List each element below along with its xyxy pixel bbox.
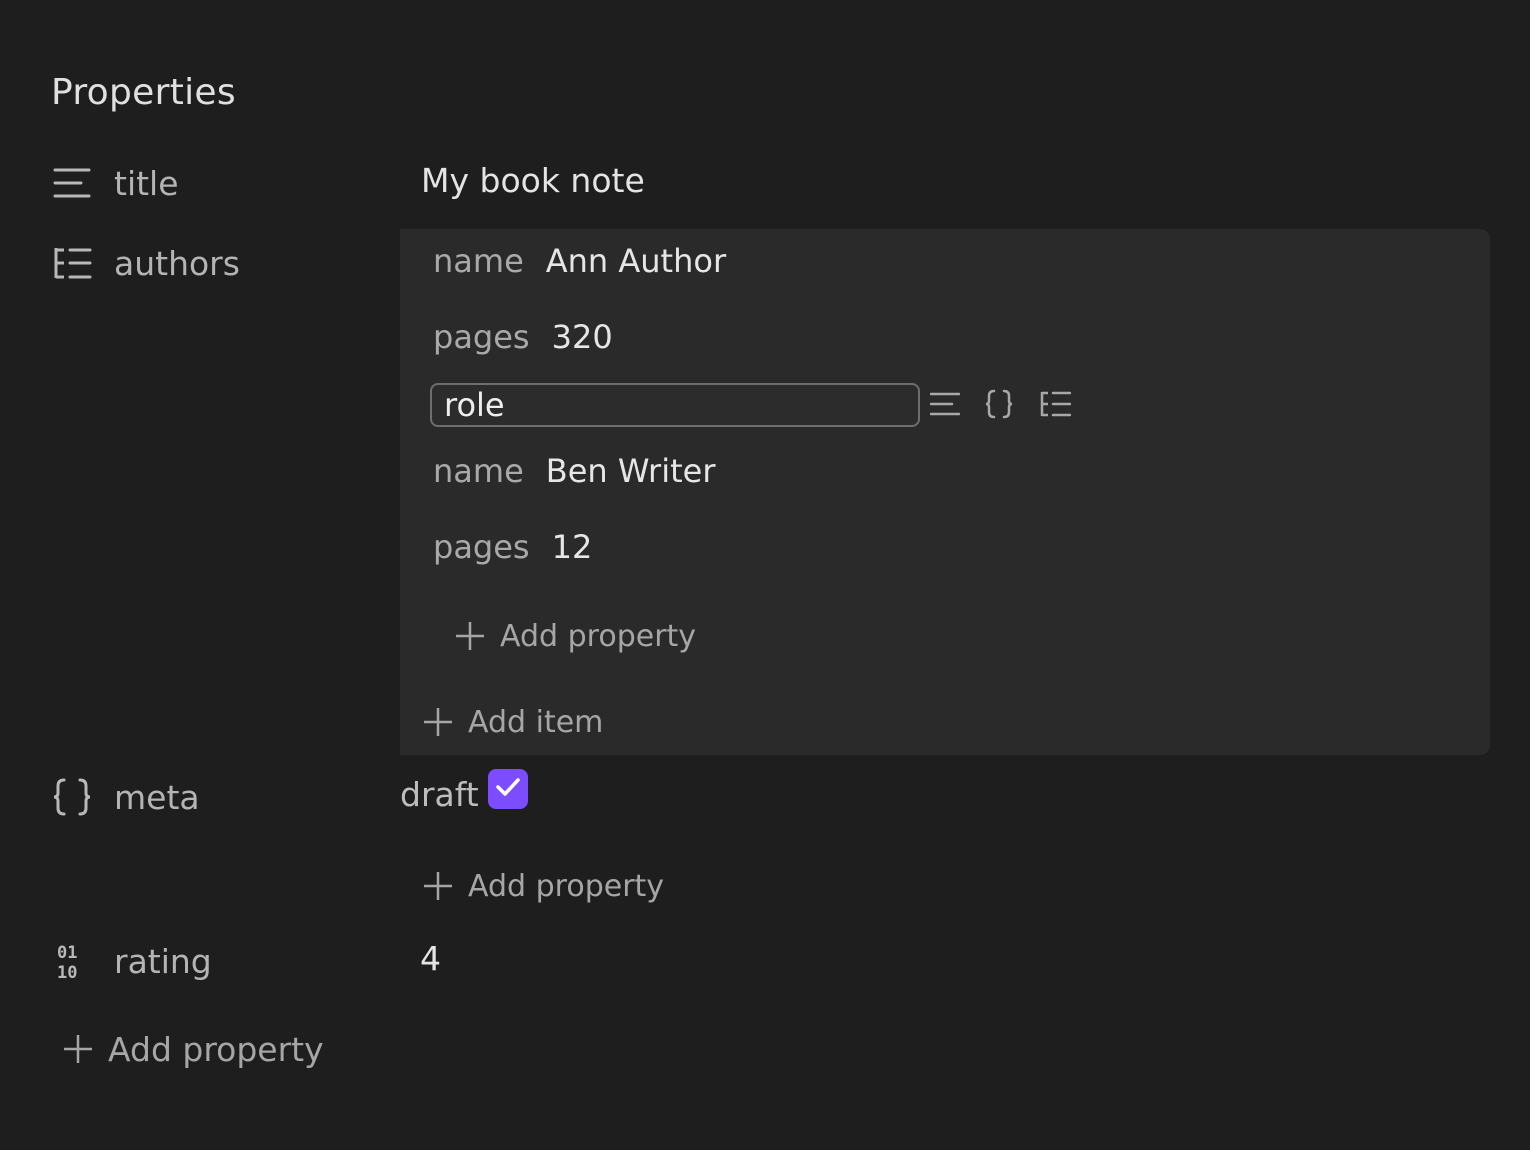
author-field-row: name Ben Writer	[433, 449, 715, 493]
property-key-authors[interactable]: authors	[50, 241, 240, 285]
svg-text:01: 01	[57, 943, 77, 963]
rating-value[interactable]: 4	[420, 939, 441, 978]
field-value[interactable]: Ben Writer	[546, 452, 716, 490]
braces-icon	[50, 775, 94, 819]
add-property-button[interactable]: Add property	[422, 866, 664, 906]
property-key-label: authors	[114, 243, 240, 283]
text-lines-icon	[929, 391, 961, 421]
meta-field-key[interactable]: draft	[400, 775, 479, 814]
add-property-label: Add property	[108, 1029, 324, 1069]
panel-heading: Properties	[51, 72, 236, 113]
field-key[interactable]: pages	[433, 528, 530, 566]
field-key[interactable]: pages	[433, 318, 530, 356]
author-field-row: pages 320	[433, 315, 613, 359]
add-property-button[interactable]: Add property	[454, 616, 696, 656]
type-text-button[interactable]	[928, 389, 962, 423]
property-key-label: rating	[114, 941, 212, 981]
field-key[interactable]: name	[433, 242, 524, 280]
property-key-meta[interactable]: meta	[50, 775, 200, 819]
properties-panel: Properties title My book note authors na…	[0, 0, 1530, 1150]
author-field-row: name Ann Author	[433, 239, 726, 283]
plus-icon	[62, 1033, 94, 1065]
field-key[interactable]: name	[433, 452, 524, 490]
plus-icon	[422, 870, 454, 902]
field-value[interactable]: 12	[552, 528, 593, 566]
property-key-label: meta	[114, 777, 200, 817]
plus-icon	[454, 620, 486, 652]
property-key-label: title	[114, 163, 179, 203]
property-key-rating[interactable]: 01 10 rating	[50, 939, 212, 983]
list-tree-icon	[50, 241, 94, 285]
property-key-title[interactable]: title	[50, 161, 179, 205]
list-tree-icon	[1039, 390, 1072, 422]
field-value[interactable]: 320	[552, 318, 613, 356]
new-property-key-input[interactable]	[430, 383, 920, 427]
svg-text:10: 10	[57, 963, 77, 981]
checkmark-icon	[495, 776, 521, 802]
type-list-button[interactable]	[1038, 389, 1072, 423]
add-property-label: Add property	[468, 868, 665, 904]
title-value[interactable]: My book note	[421, 161, 645, 200]
braces-icon	[983, 388, 1015, 424]
add-item-label: Add item	[468, 704, 604, 740]
type-object-button[interactable]	[982, 389, 1016, 423]
author-field-row: pages 12	[433, 525, 592, 569]
add-property-label: Add property	[500, 618, 697, 654]
binary-number-icon: 01 10	[50, 939, 94, 983]
plus-icon	[422, 706, 454, 738]
add-item-button[interactable]: Add item	[422, 702, 603, 742]
field-value[interactable]: Ann Author	[546, 242, 726, 280]
text-lines-icon	[50, 161, 94, 205]
add-property-button[interactable]: Add property	[62, 1029, 324, 1069]
draft-checkbox[interactable]	[488, 769, 528, 809]
